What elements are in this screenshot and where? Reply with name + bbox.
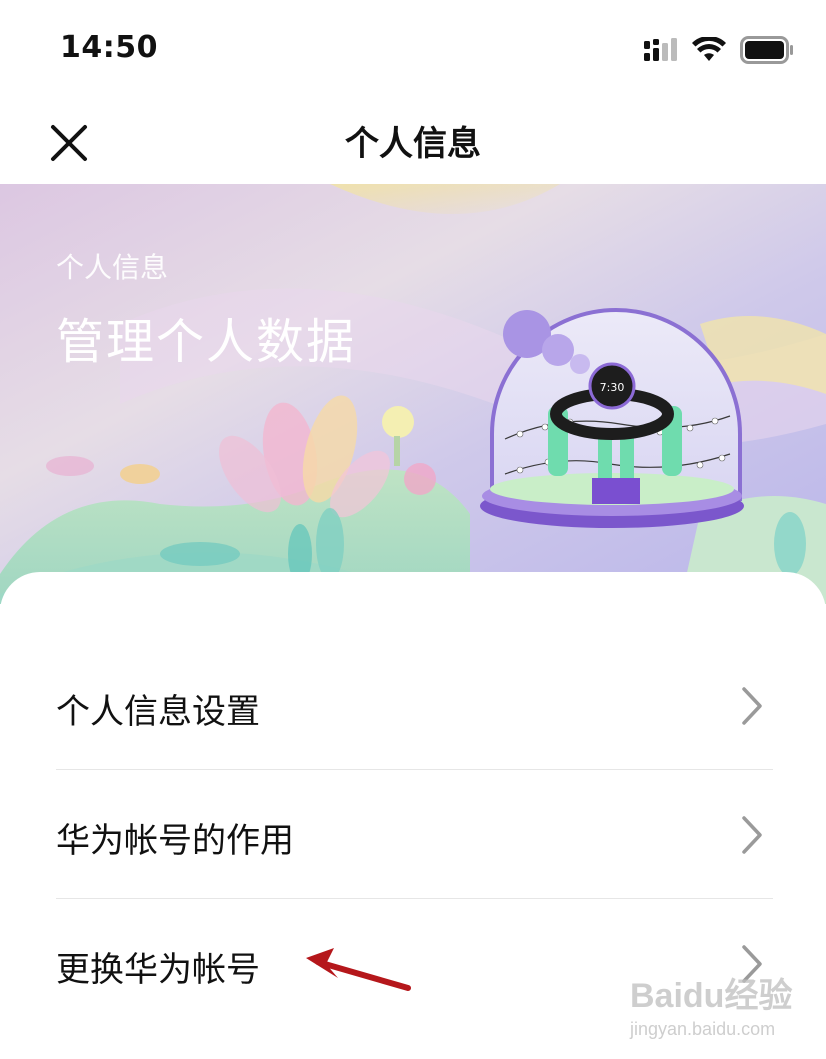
page-title: 个人信息 (345, 124, 481, 164)
menu-item-label: 个人信息设置 (56, 692, 260, 732)
chevron-right-icon (742, 816, 762, 854)
watermark-main: Baidu经验 (630, 977, 793, 1015)
menu-item-label: 更换华为帐号 (56, 950, 260, 990)
chevron-right-icon (742, 687, 762, 725)
status-time: 14:50 (60, 30, 158, 65)
watermark-sub: jingyan.baidu.com (630, 1019, 776, 1039)
menu-item-label: 华为帐号的作用 (56, 821, 294, 861)
banner-title: 管理个人数据 (56, 314, 357, 370)
signal-icon (644, 38, 677, 61)
status-icons (644, 34, 794, 66)
red-arrow-icon (306, 948, 411, 991)
banner: 7:30 个人信息 管理个人数据 (0, 184, 826, 604)
banner-subtitle: 个人信息 (56, 251, 169, 284)
wifi-icon (692, 37, 726, 61)
nav-bar: 个人信息 (0, 100, 826, 184)
status-bar: 14:50 (0, 0, 826, 100)
menu-item-huawei-account-usage[interactable]: 华为帐号的作用 (56, 769, 773, 899)
battery-icon (740, 36, 793, 64)
watermark: Baidu经验 jingyan.baidu.com (630, 968, 800, 1048)
watch-time: 7:30 (600, 381, 625, 394)
menu-item-personal-info-settings[interactable]: 个人信息设置 (56, 640, 773, 770)
